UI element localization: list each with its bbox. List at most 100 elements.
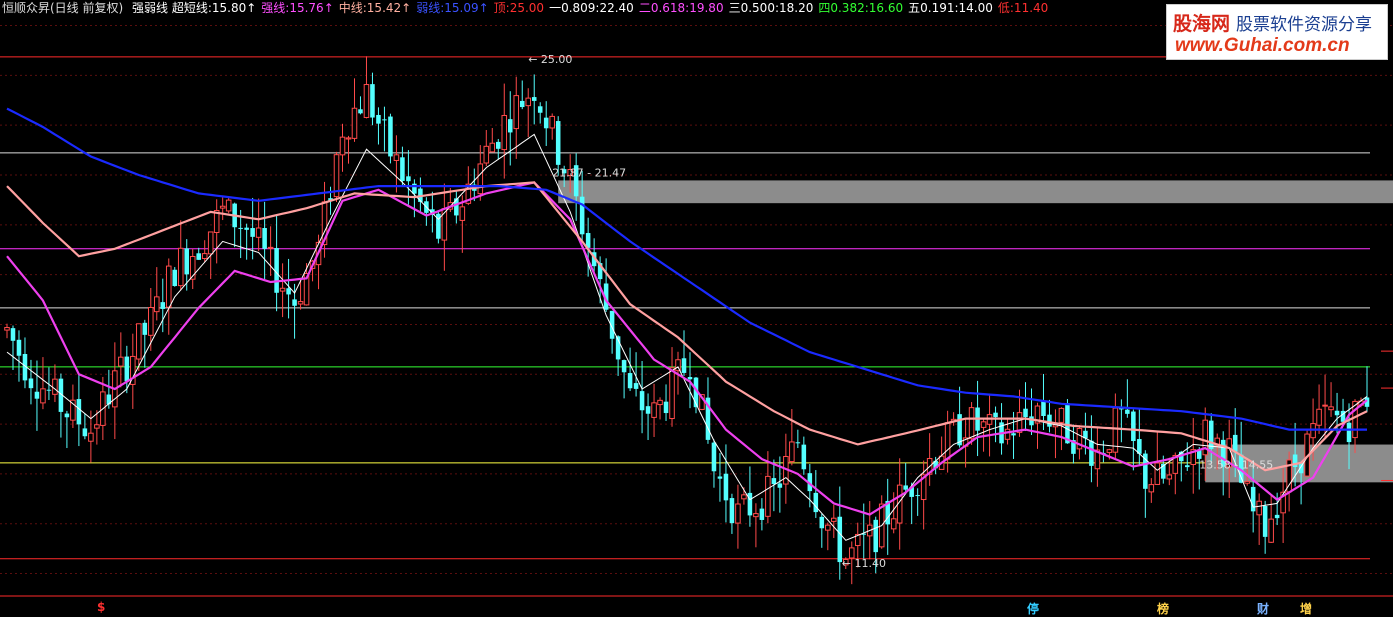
candle-body <box>16 339 22 356</box>
header-item: 低:11.40 <box>997 1 1049 15</box>
candle-body <box>537 106 543 113</box>
header-item: 四0.382:16.60 <box>818 1 904 15</box>
candle-body <box>639 391 645 411</box>
candle-body <box>717 476 723 479</box>
candle-body <box>376 114 381 124</box>
candle-body <box>627 373 633 389</box>
candle-body <box>297 301 304 305</box>
candle-body <box>645 406 651 414</box>
candle-body <box>980 421 987 428</box>
header-item: 五0.191:14.00 <box>908 1 993 15</box>
candle-body <box>968 407 975 440</box>
candle-body <box>1274 514 1280 519</box>
candle-body <box>1106 449 1113 453</box>
candle-body <box>741 494 747 500</box>
candle-body <box>621 360 627 373</box>
candle-body <box>393 154 400 161</box>
range-box-upper <box>558 180 1393 204</box>
candle-body <box>118 356 124 367</box>
candle-body <box>525 97 532 107</box>
candle-body <box>837 516 843 563</box>
candle-body <box>1316 408 1322 426</box>
candle-body <box>1184 465 1190 468</box>
candle-body <box>82 428 88 437</box>
annotation-top: ← 25.00 <box>528 53 572 66</box>
candle-body <box>765 475 771 517</box>
candle-body <box>915 495 920 497</box>
candle-body <box>1065 403 1070 444</box>
candle-body <box>250 228 255 237</box>
header-item: 顶:25.00 <box>493 1 545 15</box>
header-item: 弱线:15.09↑ <box>416 1 489 15</box>
candle-body <box>777 483 783 488</box>
candle-body <box>663 401 669 414</box>
candle-body <box>831 517 837 522</box>
candle-body <box>406 176 411 182</box>
candle-body <box>148 306 154 336</box>
event-marker: 增 <box>1300 602 1313 616</box>
candle-body <box>94 424 100 429</box>
candle-body <box>944 422 951 460</box>
candle-body <box>1256 500 1262 516</box>
candle-body <box>519 100 525 108</box>
event-marker: 停 <box>1027 602 1040 616</box>
candle-body <box>579 196 585 235</box>
candle-body <box>345 137 352 140</box>
candle-body <box>711 442 717 472</box>
candle-body <box>196 253 201 260</box>
candle-body <box>1322 404 1328 407</box>
candle-body <box>88 432 94 442</box>
candle-body <box>1131 411 1136 442</box>
candle-body <box>651 402 657 418</box>
candle-body <box>382 119 387 121</box>
candle-body <box>477 163 484 195</box>
candle-body <box>489 142 496 153</box>
candle-body <box>184 248 190 275</box>
candle-body <box>201 253 208 259</box>
candle-body <box>28 378 34 389</box>
candle-body <box>255 227 262 238</box>
candle-body <box>1125 409 1130 414</box>
candle-body <box>543 117 549 129</box>
candle-body <box>507 119 513 133</box>
header-item: 三0.500:18.20 <box>728 1 814 15</box>
candle-body <box>1244 480 1250 484</box>
candle-body <box>10 328 16 341</box>
candle-body <box>40 388 46 404</box>
fibonacci-levels <box>0 25 1393 575</box>
candle-body <box>1023 408 1028 418</box>
header-item: 强线:15.76↑ <box>261 1 334 15</box>
candle-body <box>142 322 148 335</box>
candle-body <box>244 227 249 230</box>
header-item: 强弱线 超短线:15.80↑ <box>132 1 257 15</box>
candle-body <box>789 441 795 463</box>
candle-body <box>219 205 226 209</box>
candle-body <box>687 376 693 380</box>
candle-body <box>1148 484 1155 493</box>
candle-body <box>339 136 346 156</box>
candle-body <box>681 358 687 373</box>
candle-body <box>358 109 363 114</box>
candle-body <box>801 444 807 470</box>
candle-body <box>669 367 675 420</box>
candle-body <box>172 269 178 287</box>
candle-body <box>1346 422 1352 443</box>
candle-body <box>1011 433 1016 436</box>
candle-body <box>165 265 172 308</box>
candle-body <box>160 302 166 309</box>
candle-body <box>1004 428 1011 440</box>
candle-body <box>153 296 160 313</box>
candle-body <box>207 231 214 255</box>
candle-body <box>136 323 142 360</box>
candle-body <box>1089 440 1094 466</box>
candle-body <box>1047 414 1052 427</box>
candle-body <box>819 516 825 529</box>
candle-body <box>1232 434 1238 452</box>
logo-url: www.Guhai.com.cn <box>1175 35 1350 56</box>
candle-body <box>759 508 765 520</box>
candle-body <box>723 473 729 501</box>
logo-name: 股海网 <box>1173 13 1231 35</box>
candle-body <box>286 288 291 295</box>
candle-body <box>1058 407 1065 423</box>
candle-body <box>825 524 831 531</box>
